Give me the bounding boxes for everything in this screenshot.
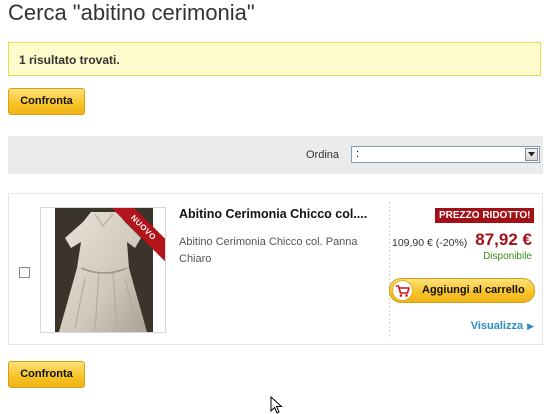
compare-checkbox[interactable] xyxy=(19,267,30,278)
sort-label: Ordina xyxy=(306,149,340,161)
results-summary-text: 1 risultato trovati. xyxy=(19,53,120,67)
product-image[interactable]: NUOVO xyxy=(40,207,166,333)
product-title[interactable]: Abitino Cerimonia Chicco col.... xyxy=(179,207,389,221)
product-card: NUOVO Abitino Cerimonia Chicco col.... A… xyxy=(8,193,543,345)
compare-button-top[interactable]: Confronta xyxy=(8,88,85,115)
mouse-cursor-icon xyxy=(270,396,283,414)
availability-status: Disponibile xyxy=(483,251,532,262)
sort-select[interactable]: : xyxy=(351,146,540,163)
add-to-cart-label: Aggiungi al carrello xyxy=(422,284,525,296)
sort-select-value: : xyxy=(356,148,360,160)
add-to-cart-button[interactable]: Aggiungi al carrello xyxy=(389,278,535,303)
compare-button-bottom[interactable]: Confronta xyxy=(8,361,85,388)
chevron-down-icon[interactable] xyxy=(525,148,538,161)
sale-badge: PREZZO RIDOTTO! xyxy=(435,208,535,223)
sort-bar: Ordina : xyxy=(8,136,543,174)
page-title: Cerca "abitino cerimonia" xyxy=(8,0,255,25)
chevron-right-icon: ▶ xyxy=(527,321,534,331)
old-price: 109,90 € (-20%) xyxy=(392,237,468,249)
current-price: 87,92 € xyxy=(475,230,532,249)
view-product-link[interactable]: Visualizza ▶ xyxy=(471,320,534,332)
view-link-label: Visualizza xyxy=(470,320,524,332)
results-summary-box: 1 risultato trovati. xyxy=(8,42,541,76)
cart-icon xyxy=(392,280,413,301)
divider xyxy=(389,202,390,339)
product-description: Abitino Cerimonia Chicco col. Panna Chia… xyxy=(179,236,358,265)
